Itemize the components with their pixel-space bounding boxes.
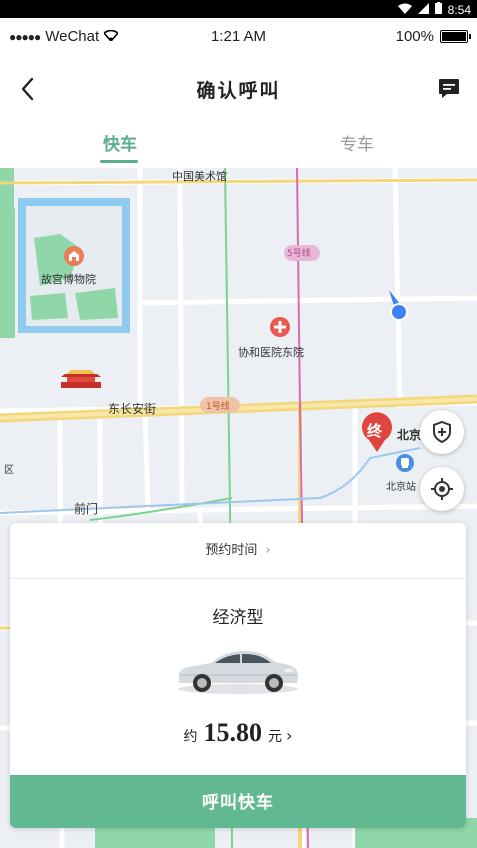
battery-percent: 100% bbox=[395, 28, 434, 45]
shield-plus-icon bbox=[433, 420, 451, 444]
android-status-bar: 8:54 bbox=[0, 0, 477, 18]
nav-bar: 确认呼叫 bbox=[0, 56, 477, 120]
tiananmen-icon bbox=[59, 368, 103, 388]
tab-premier[interactable]: 专车 bbox=[297, 130, 417, 155]
map-label-palace: 故宫博物院 bbox=[41, 273, 96, 286]
map-label-museum: 中国美术馆 bbox=[172, 170, 227, 183]
metro-line-1-badge: 1号线 bbox=[206, 402, 230, 412]
map-label-changan: 东长安街 bbox=[108, 402, 157, 416]
train-station-icon bbox=[396, 454, 414, 472]
destination-marker-label: 终 bbox=[367, 422, 383, 440]
car-type-label: 经济型 bbox=[212, 608, 264, 628]
battery-icon bbox=[440, 30, 471, 43]
map-label-hospital: 协和医院东院 bbox=[238, 346, 304, 359]
locate-button[interactable] bbox=[420, 467, 464, 511]
chevron-right-icon: › bbox=[286, 726, 293, 745]
page-title: 确认呼叫 bbox=[196, 80, 281, 102]
chevron-right-icon: › bbox=[265, 543, 271, 558]
call-car-button[interactable]: 呼叫快车 bbox=[10, 775, 466, 828]
map-label-station: 北京站 bbox=[386, 482, 416, 493]
price-prefix: 约 bbox=[183, 729, 198, 745]
map-label-district: 区 bbox=[4, 465, 14, 476]
map-label-qianmen: 前门 bbox=[74, 502, 99, 516]
car-image bbox=[175, 645, 301, 699]
order-card: 预约时间 › 经济型 约 15.80 元 › 呼叫快车 bbox=[10, 523, 466, 828]
destination-label: 北京 bbox=[397, 428, 422, 442]
crosshair-icon bbox=[431, 478, 453, 500]
battery-icon bbox=[434, 2, 442, 17]
signal-icon bbox=[417, 2, 429, 17]
current-location-icon bbox=[384, 288, 414, 322]
booking-time-row[interactable]: 预约时间 › bbox=[10, 523, 466, 579]
car-type-tabs: 快车 专车 bbox=[0, 120, 477, 168]
price-amount: 15.80 bbox=[203, 718, 263, 747]
museum-pin-icon bbox=[64, 246, 84, 266]
ios-status-bar: ●●●●● WeChat 1:21 AM 100% bbox=[0, 18, 477, 56]
tab-express[interactable]: 快车 bbox=[60, 130, 180, 155]
metro-line-5-badge: 5号线 bbox=[287, 249, 311, 259]
active-tab-indicator bbox=[100, 160, 138, 163]
message-button[interactable] bbox=[437, 76, 461, 100]
hospital-pin-icon bbox=[270, 317, 290, 337]
price-unit: 元 bbox=[268, 729, 283, 745]
message-icon bbox=[439, 79, 459, 98]
price-row[interactable]: 约 15.80 元 › bbox=[10, 718, 466, 748]
booking-time-label: 预约时间 bbox=[205, 543, 258, 558]
wifi-icon bbox=[397, 3, 412, 17]
safety-button[interactable] bbox=[420, 410, 464, 454]
android-time: 8:54 bbox=[447, 2, 471, 17]
